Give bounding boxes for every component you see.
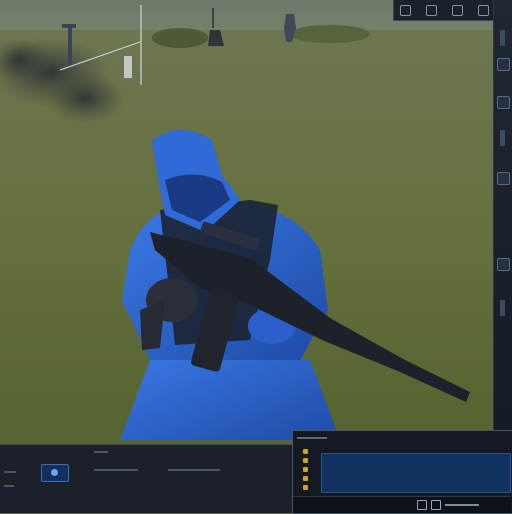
distant-post <box>140 5 142 85</box>
slot-icon[interactable] <box>303 485 308 490</box>
hud-label-placeholder <box>94 469 138 471</box>
side-tool-strip <box>493 0 512 430</box>
inventory-panel <box>292 430 512 514</box>
inventory-title-placeholder <box>297 437 327 439</box>
hud-label-placeholder <box>168 469 220 471</box>
tool-icon[interactable] <box>497 58 510 71</box>
menu-icon[interactable] <box>400 5 411 16</box>
hud-label-placeholder <box>94 451 108 453</box>
soldier-legs <box>120 350 340 440</box>
smoke-cloud <box>45 72 125 124</box>
slot-icon[interactable] <box>303 467 308 472</box>
slot-column <box>303 449 319 494</box>
inventory-pane[interactable] <box>321 453 511 493</box>
strip-divider <box>500 300 505 316</box>
equip-icon[interactable] <box>431 500 441 510</box>
slot-icon[interactable] <box>303 449 308 454</box>
distant-bush <box>152 28 208 48</box>
action-label-placeholder <box>445 504 479 506</box>
distant-marker <box>124 56 132 78</box>
distant-post <box>62 24 76 28</box>
camera-icon[interactable] <box>452 5 463 16</box>
strip-divider <box>500 130 505 146</box>
distant-post <box>212 8 214 28</box>
layer-icon[interactable] <box>497 96 510 109</box>
strip-divider <box>500 30 505 46</box>
settings-icon[interactable] <box>426 5 437 16</box>
slot-icon[interactable] <box>303 476 308 481</box>
slot-icon[interactable] <box>303 458 308 463</box>
distant-bush <box>290 25 370 43</box>
inventory-icon[interactable] <box>417 500 427 510</box>
hud-label-placeholder <box>4 485 14 487</box>
zoom-icon[interactable] <box>497 258 510 271</box>
distant-post <box>68 25 72 65</box>
hud-label-placeholder <box>4 471 16 473</box>
ammo-icon[interactable] <box>41 464 69 482</box>
inventory-action-bar <box>293 496 511 513</box>
camera-icon[interactable] <box>497 172 510 185</box>
hud-status-panel <box>0 444 292 513</box>
close-icon[interactable] <box>478 5 489 16</box>
